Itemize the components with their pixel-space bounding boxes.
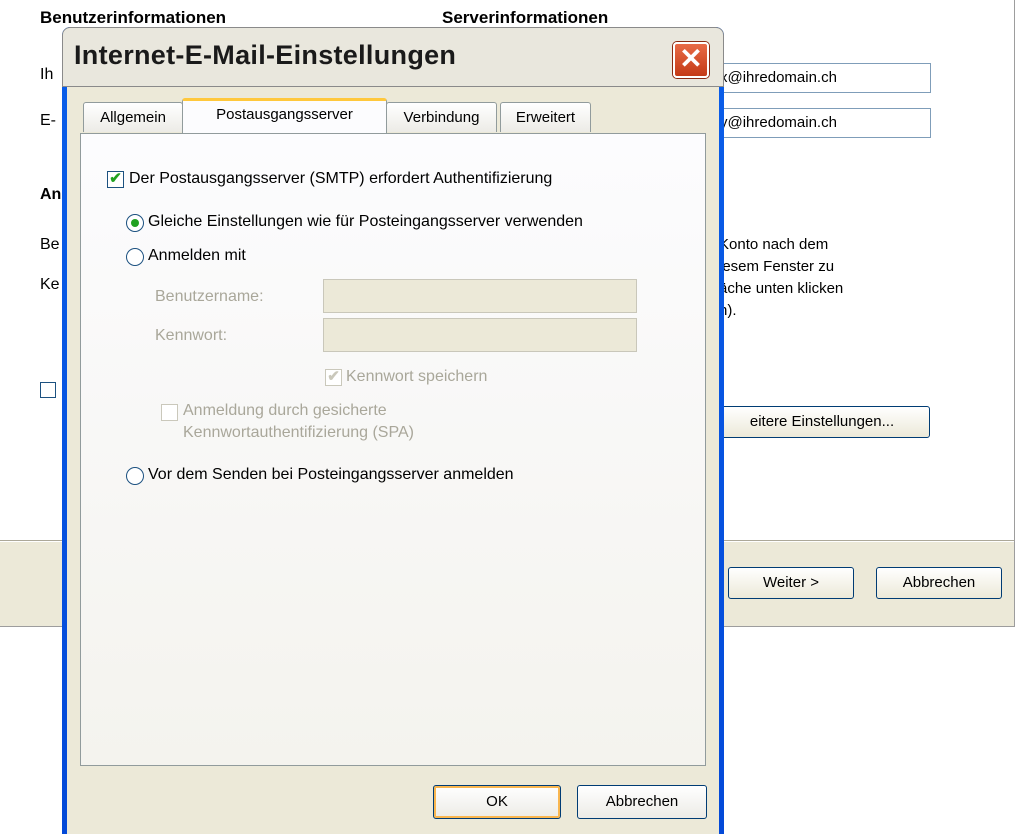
radio-selected-dot xyxy=(131,219,139,227)
tab-panel-postausgangsserver: ✔ Der Postausgangsserver (SMTP) erforder… xyxy=(80,133,706,766)
info-text-line-3: äche unten klicken xyxy=(719,280,844,297)
user-info-heading: Benutzerinformationen xyxy=(40,8,227,27)
dialog-cancel-button[interactable]: Abbrechen xyxy=(577,785,707,819)
username-label: Be xyxy=(40,236,60,253)
same-settings-label: Gleiche Einstellungen wie für Posteingan… xyxy=(148,213,583,230)
dialog-titlebar[interactable]: Internet-E-Mail-Einstellungen ✕ xyxy=(62,27,724,87)
remember-checkbox[interactable] xyxy=(40,382,56,398)
email-label: E- xyxy=(40,112,56,129)
same-settings-radio[interactable] xyxy=(126,214,144,232)
dialog-title: Internet-E-Mail-Einstellungen xyxy=(74,40,457,70)
password-input[interactable] xyxy=(323,318,637,352)
login-with-radio[interactable] xyxy=(126,248,144,266)
login-heading: An xyxy=(40,186,62,203)
spa-label-line-2: Kennwortauthentifizierung (SPA) xyxy=(183,424,414,441)
password-label: Kennwort: xyxy=(155,327,228,344)
spa-label-line-1: Anmeldung durch gesicherte xyxy=(183,402,387,419)
wizard-cancel-button[interactable]: Abbrechen xyxy=(876,567,1002,599)
tab-verbindung[interactable]: Verbindung xyxy=(386,102,497,132)
username-input[interactable] xyxy=(323,279,637,313)
ok-button[interactable]: OK xyxy=(433,785,561,819)
spa-checkbox[interactable] xyxy=(161,404,178,421)
tab-postausgangsserver[interactable]: Postausgangsserver xyxy=(182,98,387,133)
save-password-label: Kennwort speichern xyxy=(346,368,488,385)
info-text-line-2: iesem Fenster zu xyxy=(719,258,835,275)
name-label: Ih xyxy=(40,66,54,83)
next-button[interactable]: Weiter > xyxy=(728,567,854,599)
incoming-server-field[interactable]: x@ihredomain.ch xyxy=(715,63,931,93)
login-before-send-label: Vor dem Senden bei Posteingangsserver an… xyxy=(148,466,514,483)
tab-erweitert[interactable]: Erweitert xyxy=(500,102,591,132)
dialog-body: Allgemein Postausgangsserver Verbindung … xyxy=(67,87,719,834)
more-settings-button[interactable]: eitere Einstellungen... xyxy=(714,406,930,438)
login-with-label: Anmelden mit xyxy=(148,247,246,264)
tab-allgemein[interactable]: Allgemein xyxy=(83,102,183,132)
password-label: Ke xyxy=(40,276,60,293)
smtp-auth-label: Der Postausgangsserver (SMTP) erfordert … xyxy=(129,170,553,187)
info-text-line-1: Konto nach dem xyxy=(719,236,829,253)
server-info-heading: Serverinformationen xyxy=(442,8,609,27)
close-icon[interactable]: ✕ xyxy=(673,42,709,78)
outgoing-server-field[interactable]: y@ihredomain.ch xyxy=(715,108,931,138)
login-before-send-radio[interactable] xyxy=(126,467,144,485)
internet-email-settings-dialog: Internet-E-Mail-Einstellungen ✕ Allgemei… xyxy=(62,27,724,834)
smtp-auth-checkbox[interactable]: ✔ xyxy=(107,171,124,188)
username-label: Benutzername: xyxy=(155,288,264,305)
save-password-checkbox[interactable]: ✔ xyxy=(325,369,342,386)
